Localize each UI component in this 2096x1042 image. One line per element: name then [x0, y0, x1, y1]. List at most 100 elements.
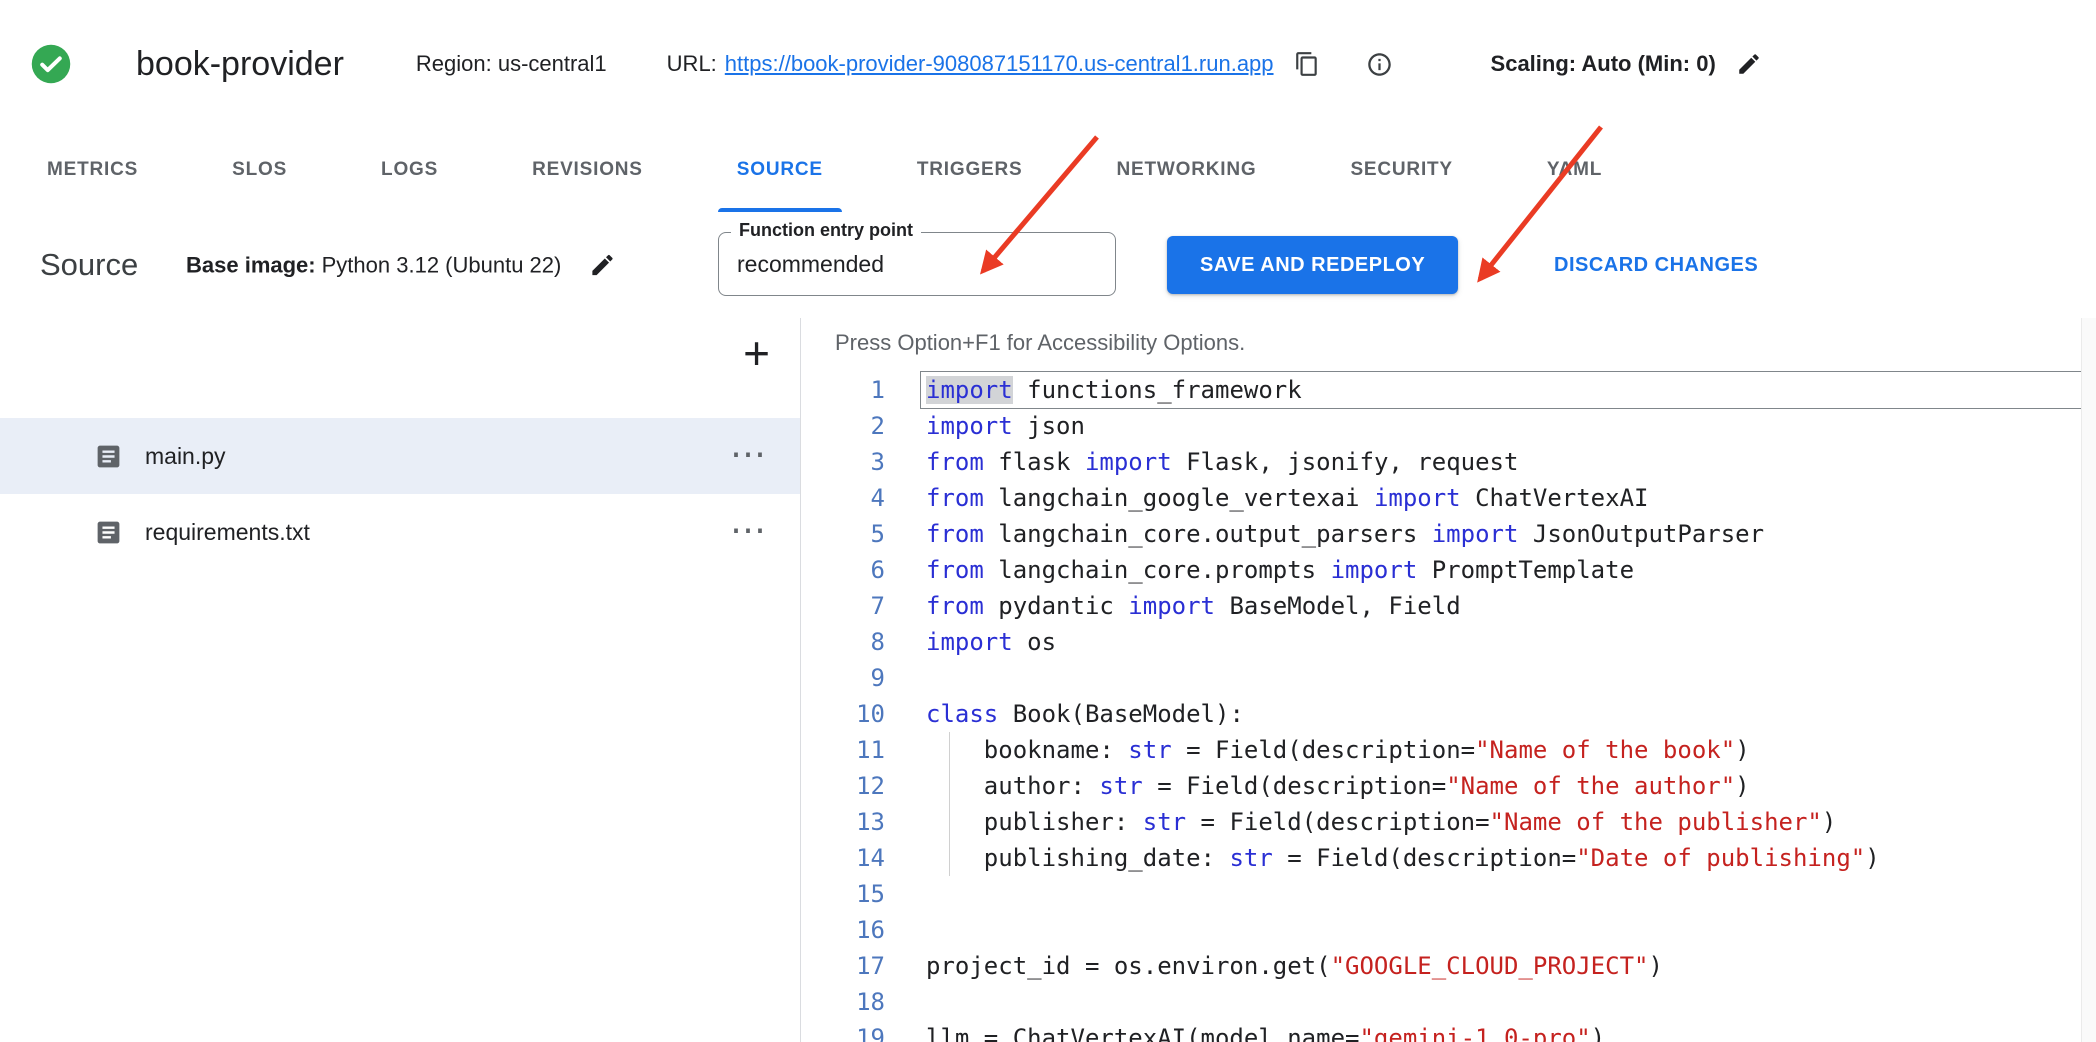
file-row-main.py[interactable]: main.py ⋯: [0, 418, 800, 494]
code-line-11[interactable]: 11 bookname: str = Field(description="Na…: [801, 732, 2082, 768]
tab-source[interactable]: SOURCE: [690, 128, 870, 212]
file-menu-button[interactable]: ⋯: [724, 511, 772, 549]
base-image-group: Base image: Python 3.12 (Ubuntu 22): [186, 246, 622, 285]
function-entry-point-input[interactable]: [719, 233, 1115, 295]
base-image-value: Python 3.12 (Ubuntu 22): [322, 252, 562, 278]
code-text: llm = ChatVertexAI(model_name="gemini-1.…: [926, 1020, 1605, 1042]
file-name: main.py: [145, 443, 226, 470]
line-number: 10: [801, 696, 885, 732]
header: book-provider Region: us-central1 URL: h…: [0, 0, 2096, 129]
info-icon: [1366, 51, 1393, 78]
tab-metrics[interactable]: METRICS: [0, 128, 185, 212]
code-line-17[interactable]: 17 project_id = os.environ.get("GOOGLE_CL…: [801, 948, 2082, 984]
source-toolbar: Source Base image: Python 3.12 (Ubuntu 2…: [0, 212, 2096, 319]
pencil-icon: [589, 252, 616, 279]
edit-scaling-button[interactable]: [1730, 45, 1768, 83]
code-line-15[interactable]: 15: [801, 876, 2082, 912]
file-menu-button[interactable]: ⋯: [724, 435, 772, 473]
code-line-5[interactable]: 5 from langchain_core.output_parsers impo…: [801, 516, 2082, 552]
code-text: publisher: str = Field(description="Name…: [926, 804, 1836, 840]
add-file-button[interactable]: +: [739, 326, 774, 380]
base-image-label: Base image:: [186, 252, 316, 278]
code-text: from pydantic import BaseModel, Field: [926, 588, 1461, 624]
file-icon: [94, 442, 123, 471]
code-line-12[interactable]: 12 author: str = Field(description="Name…: [801, 768, 2082, 804]
main-content: + main.py ⋯ requirements.txt ⋯ Press Option…: [0, 318, 2096, 1042]
accessibility-hint: Press Option+F1 for Accessibility Option…: [835, 330, 1245, 356]
service-title: book-provider: [136, 45, 344, 84]
code-text: import json: [926, 408, 1085, 444]
line-number: 19: [801, 1020, 885, 1042]
line-number: 15: [801, 876, 885, 912]
code-line-10[interactable]: 10 class Book(BaseModel):: [801, 696, 2082, 732]
code-line-1[interactable]: 1import functions_framework: [801, 372, 2082, 408]
function-entry-point-label: Function entry point: [731, 220, 921, 241]
copy-url-button[interactable]: [1288, 45, 1326, 83]
code-text: from langchain_google_vertexai import Ch…: [926, 480, 1648, 516]
scaling-text: Scaling: Auto (Min: 0): [1491, 51, 1716, 77]
code-text: import os: [926, 624, 1056, 660]
code-line-8[interactable]: 8 import os: [801, 624, 2082, 660]
indent-guide: [949, 732, 950, 876]
file-icon: [94, 518, 123, 547]
code-area[interactable]: 1import functions_framework2import json3…: [801, 372, 2082, 1042]
code-line-7[interactable]: 7from pydantic import BaseModel, Field: [801, 588, 2082, 624]
code-line-4[interactable]: 4from langchain_google_vertexai import C…: [801, 480, 2082, 516]
section-title: Source: [40, 247, 138, 283]
code-line-2[interactable]: 2 import json: [801, 408, 2082, 444]
line-number: 3: [801, 444, 885, 480]
code-line-16[interactable]: 16: [801, 912, 2082, 948]
code-line-3[interactable]: 3 from flask import Flask, jsonify, reque…: [801, 444, 2082, 480]
line-number: 11: [801, 732, 885, 768]
code-line-14[interactable]: 14 publishing_date: str = Field(descript…: [801, 840, 2082, 876]
copy-icon: [1294, 51, 1320, 77]
file-list: main.py ⋯ requirements.txt ⋯: [0, 418, 800, 570]
code-line-6[interactable]: 6 from langchain_core.prompts import Prom…: [801, 552, 2082, 588]
code-text: author: str = Field(description="Name of…: [926, 768, 1750, 804]
code-line-13[interactable]: 13 publisher: str = Field(description="N…: [801, 804, 2082, 840]
editor-scrollbar[interactable]: [2081, 318, 2096, 1042]
line-number: 2: [801, 408, 885, 444]
code-text: import functions_framework: [926, 372, 1302, 408]
status-check-icon: [30, 43, 72, 85]
tab-bar: METRICSSLOSLOGSREVISIONSSOURCETRIGGERSNE…: [0, 128, 2096, 213]
line-number: 5: [801, 516, 885, 552]
line-number: 18: [801, 984, 885, 1020]
line-number: 6: [801, 552, 885, 588]
tab-logs[interactable]: LOGS: [334, 128, 485, 212]
info-button[interactable]: [1360, 45, 1399, 84]
discard-button[interactable]: DISCARD CHANGES: [1542, 236, 1770, 294]
region-text: Region: us-central1: [416, 51, 607, 77]
line-number: 8: [801, 624, 885, 660]
url-group: URL: https://book-provider-908087151170.…: [667, 51, 1274, 77]
code-text: from langchain_core.output_parsers impor…: [926, 516, 1764, 552]
pencil-icon: [1736, 51, 1762, 77]
tab-slos[interactable]: SLOS: [185, 128, 334, 212]
url-link[interactable]: https://book-provider-908087151170.us-ce…: [725, 51, 1274, 77]
code-text: publishing_date: str = Field(description…: [926, 840, 1880, 876]
line-number: 16: [801, 912, 885, 948]
code-text: project_id = os.environ.get("GOOGLE_CLOU…: [926, 948, 1663, 984]
code-text: from langchain_core.prompts import Promp…: [926, 552, 1634, 588]
line-number: 9: [801, 660, 885, 696]
code-line-18[interactable]: 18: [801, 984, 2082, 1020]
code-line-9[interactable]: 9: [801, 660, 2082, 696]
edit-base-image-button[interactable]: [583, 246, 622, 285]
code-line-19[interactable]: 19 llm = ChatVertexAI(model_name="gemini-…: [801, 1020, 2082, 1042]
code-text: class Book(BaseModel):: [926, 696, 1244, 732]
tab-triggers[interactable]: TRIGGERS: [870, 128, 1070, 212]
line-number: 17: [801, 948, 885, 984]
save-button[interactable]: SAVE AND REDEPLOY: [1167, 236, 1458, 294]
line-number: 12: [801, 768, 885, 804]
code-text: from flask import Flask, jsonify, reques…: [926, 444, 1518, 480]
tab-yaml[interactable]: YAML: [1500, 128, 1649, 212]
function-entry-point-field: Function entry point: [718, 232, 1116, 296]
tab-networking[interactable]: NETWORKING: [1070, 128, 1304, 212]
file-row-requirements.txt[interactable]: requirements.txt ⋯: [0, 494, 800, 570]
file-name: requirements.txt: [145, 519, 310, 546]
line-number: 13: [801, 804, 885, 840]
file-explorer: + main.py ⋯ requirements.txt ⋯: [0, 318, 801, 1042]
tab-revisions[interactable]: REVISIONS: [485, 128, 690, 212]
code-editor: Press Option+F1 for Accessibility Option…: [801, 318, 2096, 1042]
tab-security[interactable]: SECURITY: [1303, 128, 1499, 212]
